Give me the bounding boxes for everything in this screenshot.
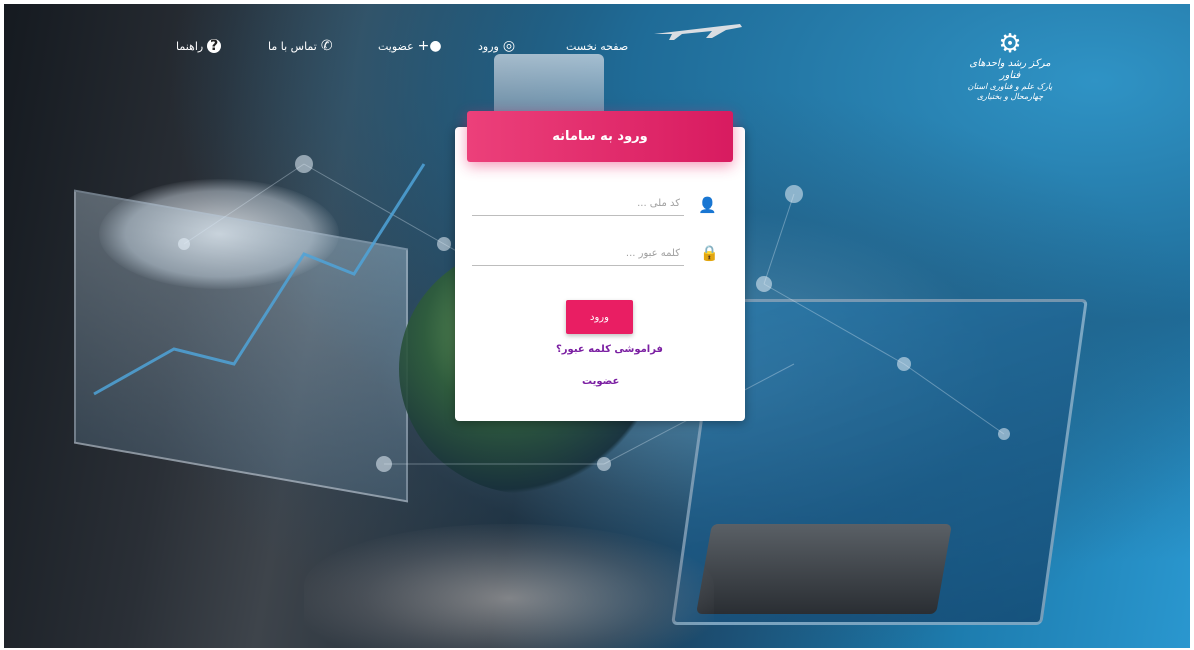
- logo-subtitle: پارک علم و فناوری استان چهارمحال و بختیا…: [967, 82, 1053, 101]
- nav-home[interactable]: صفحه نخست: [566, 36, 632, 56]
- register-link[interactable]: عضویت: [582, 376, 619, 387]
- airplane-icon: [654, 24, 742, 40]
- question-circle-icon: ?: [207, 39, 222, 53]
- nav-help[interactable]: راهنما ?: [176, 36, 222, 56]
- nav-home-label: صفحه نخست: [566, 39, 629, 53]
- nav-contact[interactable]: تماس با ما ✆: [268, 36, 333, 56]
- cloud-illustration: [99, 179, 339, 289]
- keyboard-illustration: [696, 524, 952, 614]
- logo-title: مرکز رشد واحدهای فناور: [969, 58, 1051, 81]
- tablet-illustration: [74, 189, 408, 503]
- login-card-title: ورود به سامانه: [467, 111, 733, 162]
- lock-icon: 🔒: [700, 244, 719, 262]
- hand-illustration: [304, 524, 714, 648]
- phone-icon: ✆: [320, 38, 333, 54]
- password-input[interactable]: [472, 242, 684, 266]
- user-plus-icon: +●: [417, 38, 442, 54]
- forgot-password-link[interactable]: فراموشی کلمه عبور؟: [556, 344, 663, 355]
- site-logo[interactable]: ⚙ مرکز رشد واحدهای فناور پارک علم و فناو…: [965, 29, 1055, 101]
- login-button[interactable]: ورود: [566, 300, 633, 334]
- user-check-icon: 👤: [698, 196, 717, 214]
- nav-register-label: عضویت: [378, 39, 414, 53]
- nav-login[interactable]: ورود ◎: [478, 36, 515, 56]
- nav-register[interactable]: عضویت +●: [378, 36, 442, 56]
- nav-login-label: ورود: [478, 39, 499, 53]
- book-gear-icon: ⚙: [998, 29, 1022, 59]
- nav-help-label: راهنما: [176, 39, 204, 53]
- nav-contact-label: تماس با ما: [268, 39, 317, 53]
- fingerprint-icon: ◎: [502, 38, 516, 54]
- national-code-input[interactable]: [472, 192, 684, 216]
